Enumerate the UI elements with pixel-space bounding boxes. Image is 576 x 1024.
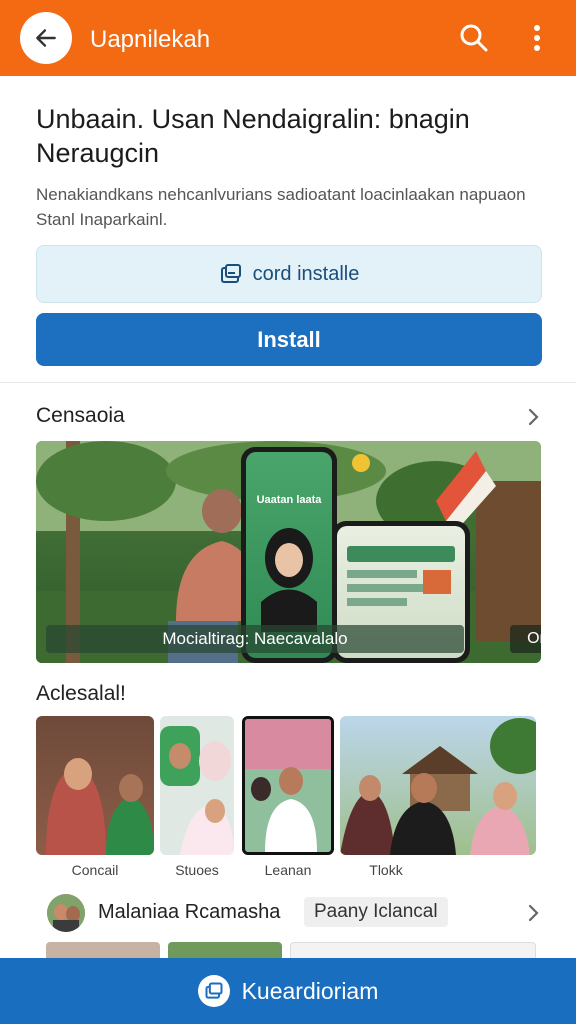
avatar-image bbox=[47, 894, 85, 932]
thumb-image bbox=[46, 758, 154, 855]
install-card-icon bbox=[197, 975, 230, 1007]
status-badge: Paany Iclancal bbox=[304, 897, 448, 927]
card-install-label: cord installe bbox=[252, 262, 360, 285]
gallery-thumb[interactable] bbox=[340, 716, 536, 855]
chevron-right-icon[interactable] bbox=[526, 904, 540, 922]
app-title: Uapnilekah bbox=[90, 26, 211, 53]
page-title: Unbaain. Usan Nendaigralin: bnagin Nerau… bbox=[36, 104, 470, 168]
banner-caption: Mocialtirag: Naecavalalo bbox=[46, 625, 464, 653]
chevron-right-icon[interactable] bbox=[526, 408, 540, 426]
gallery-thumb-label: Tlokk bbox=[369, 862, 403, 878]
bottom-action-label: Kueardioriam bbox=[241, 977, 379, 1004]
gallery-thumb[interactable] bbox=[160, 716, 234, 855]
card-install-button[interactable]: cord installe bbox=[36, 245, 542, 303]
gallery-thumb-label: Stuoes bbox=[175, 862, 219, 878]
gallery-thumb[interactable] bbox=[36, 716, 154, 855]
phone-screen-title: Uaatan laata bbox=[256, 494, 322, 506]
thumb-image bbox=[160, 726, 234, 855]
banner-chip: Om bbox=[510, 625, 541, 653]
gallery-heading: Aclesalal! bbox=[36, 682, 126, 705]
arrow-left-icon bbox=[36, 29, 56, 47]
avatar bbox=[47, 894, 85, 932]
featured-banner[interactable]: Uaatan laata Mocialtirag: Naecavalalo Om bbox=[36, 441, 541, 663]
more-vertical-icon[interactable] bbox=[526, 22, 548, 54]
page-description: Nenakiandkans nehcanlvurians sadioatant … bbox=[36, 185, 526, 229]
gallery-thumb-label: Leanan bbox=[264, 862, 312, 878]
back-button[interactable] bbox=[20, 12, 72, 64]
install-button[interactable]: Install bbox=[36, 313, 542, 366]
install-card-icon bbox=[220, 264, 241, 283]
thumb-image bbox=[340, 718, 536, 855]
bottom-icon-glyph bbox=[205, 982, 223, 999]
app-bar: Uapnilekah bbox=[0, 0, 576, 76]
bottom-action-bar[interactable]: Kueardioriam bbox=[0, 958, 576, 1024]
divider bbox=[0, 382, 576, 383]
featured-heading: Censaoia bbox=[36, 404, 125, 427]
phone-portrait bbox=[261, 528, 317, 632]
list-item[interactable]: Malaniaa Rcamasha Paany Iclancal bbox=[36, 890, 541, 938]
list-item-name: Malaniaa Rcamasha bbox=[98, 901, 281, 923]
search-icon[interactable] bbox=[458, 22, 490, 54]
gallery-thumb[interactable] bbox=[242, 716, 334, 855]
thumb-image bbox=[245, 719, 331, 852]
gallery: Concail Stuoes Leanan Tlokk bbox=[36, 716, 536, 878]
gallery-thumb-label: Concail bbox=[71, 862, 119, 878]
